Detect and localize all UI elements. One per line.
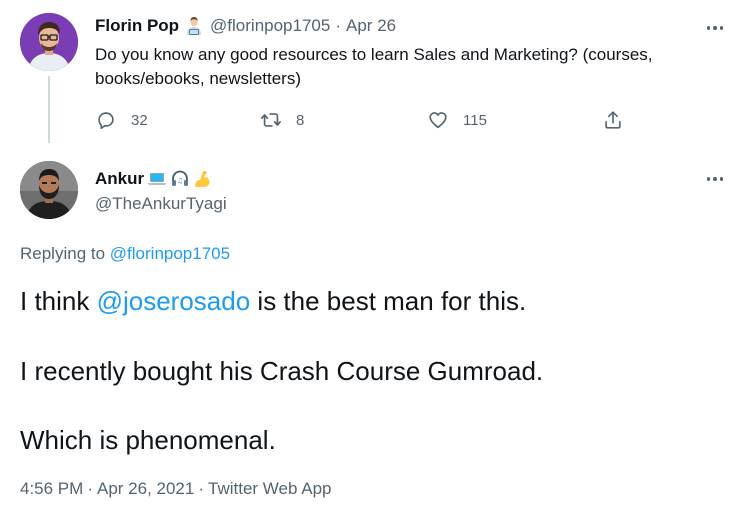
reply-time-link[interactable]: 4:56 PM — [20, 479, 83, 498]
like-count: 115 — [463, 111, 487, 129]
reply-meta-line: 4:56 PM · Apr 26, 2021 · Twitter Web App — [20, 479, 331, 499]
reply-author-row: Ankur ♫ — [95, 169, 212, 189]
parent-author-name[interactable]: Florin Pop — [95, 16, 179, 36]
reply-text-line-2: I recently bought his Crash Course Gumro… — [20, 356, 544, 386]
reply-more-button[interactable] — [703, 172, 727, 186]
reply-author-name[interactable]: Ankur — [95, 169, 144, 189]
meta-separator-1: · — [87, 479, 93, 498]
parent-more-button[interactable] — [703, 21, 727, 35]
retweet-icon — [261, 113, 281, 127]
headphones-emoji-icon: ♫ — [170, 169, 190, 189]
more-horizontal-icon — [706, 26, 711, 30]
florin-avatar-image — [20, 13, 78, 71]
more-horizontal-icon — [706, 177, 711, 181]
replying-to-line: Replying to @florinpop1705 — [20, 244, 230, 264]
reply-source-link[interactable]: Twitter Web App — [208, 479, 331, 498]
retweet-count: 8 — [296, 111, 305, 129]
ankur-avatar-image — [20, 161, 78, 219]
parent-date[interactable]: Apr 26 — [346, 16, 396, 36]
man-technologist-emoji-icon — [184, 16, 204, 36]
replying-to-prefix: Replying to — [20, 244, 106, 263]
share-icon — [605, 111, 621, 129]
flexed-biceps-emoji-icon — [192, 169, 212, 189]
reply-text-1-before: I think — [20, 286, 97, 316]
parent-action-bar: 32 8 115 — [95, 108, 635, 132]
like-button[interactable]: 115 — [427, 108, 487, 132]
svg-text:♫: ♫ — [177, 177, 183, 185]
parent-tweet-header: Florin Pop @florinpop1705 · Apr 26 — [95, 16, 396, 36]
joserosado-mention-link[interactable]: @joserosado — [97, 286, 251, 316]
ankur-avatar[interactable] — [20, 161, 78, 219]
reply-button[interactable]: 32 — [95, 108, 148, 132]
reply-count: 32 — [131, 111, 148, 129]
parent-separator: · — [335, 16, 342, 35]
laptop-emoji-icon — [147, 169, 167, 189]
reply-handle[interactable]: @TheAnkurTyagi — [95, 194, 227, 214]
reply-text-line-3: Which is phenomenal. — [20, 425, 276, 455]
reply-date-link[interactable]: Apr 26, 2021 — [97, 479, 194, 498]
replying-to-mention-link[interactable]: @florinpop1705 — [110, 244, 230, 263]
share-button[interactable] — [602, 108, 624, 132]
thread-connector-line — [48, 76, 50, 143]
florin-avatar[interactable] — [20, 13, 78, 71]
reply-icon — [98, 112, 114, 130]
retweet-button[interactable]: 8 — [260, 108, 304, 132]
parent-handle[interactable]: @florinpop1705 — [210, 16, 330, 36]
parent-tweet-text: Do you know any good resources to learn … — [95, 45, 653, 88]
reply-text-line-1: I think @joserosado is the best man for … — [20, 285, 526, 317]
meta-separator-2: · — [198, 479, 205, 498]
heart-icon — [429, 112, 447, 129]
reply-text-1-after: is the best man for this. — [250, 286, 527, 316]
